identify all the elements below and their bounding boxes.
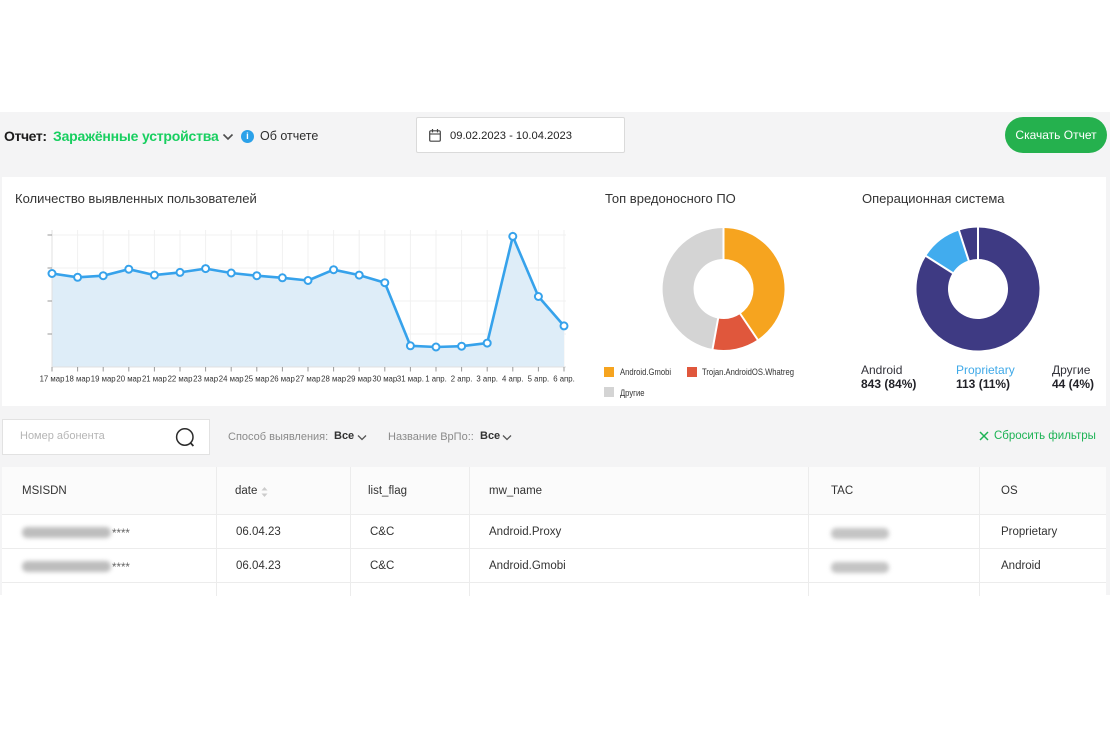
svg-text:25 мар: 25 мар bbox=[244, 375, 270, 384]
svg-text:6 апр.: 6 апр. bbox=[553, 375, 575, 384]
svg-text:29 мар: 29 мар bbox=[347, 375, 373, 384]
svg-text:24 мар: 24 мар bbox=[219, 375, 245, 384]
svg-text:19 мар: 19 мар bbox=[91, 375, 117, 384]
svg-text:22 мар: 22 мар bbox=[168, 375, 194, 384]
svg-text:1 апр.: 1 апр. bbox=[425, 375, 447, 384]
svg-text:2 апр.: 2 апр. bbox=[451, 375, 473, 384]
svg-text:17 мар: 17 мар bbox=[40, 375, 66, 384]
svg-text:30 мар: 30 мар bbox=[372, 375, 398, 384]
svg-text:27 мар: 27 мар bbox=[296, 375, 322, 384]
svg-text:4 апр.: 4 апр. bbox=[502, 375, 524, 384]
svg-text:5 апр.: 5 апр. bbox=[528, 375, 550, 384]
svg-text:26 мар: 26 мар bbox=[270, 375, 296, 384]
svg-text:31 мар.: 31 мар. bbox=[397, 375, 424, 384]
svg-text:3 апр.: 3 апр. bbox=[476, 375, 498, 384]
svg-text:18 мар: 18 мар bbox=[65, 375, 91, 384]
svg-text:20 мар: 20 мар bbox=[116, 375, 142, 384]
svg-text:28 мар: 28 мар bbox=[321, 375, 347, 384]
svg-text:23 мар: 23 мар bbox=[193, 375, 219, 384]
svg-text:21 мар: 21 мар bbox=[142, 375, 168, 384]
